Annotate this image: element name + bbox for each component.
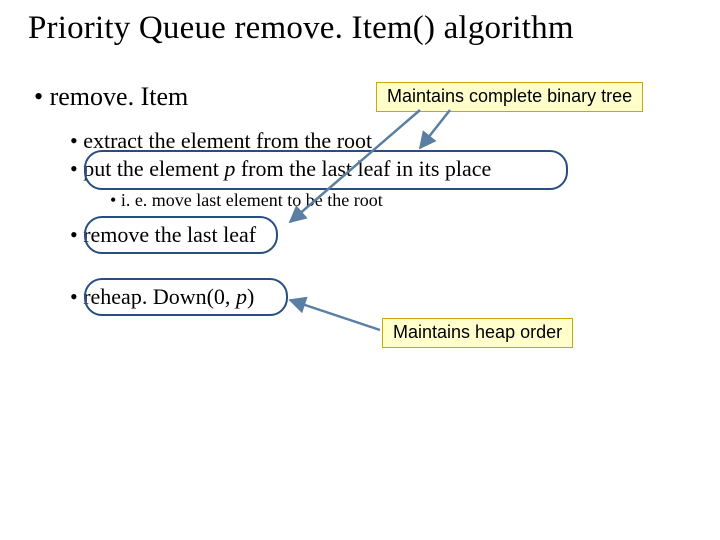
slide-title: Priority Queue remove. Item() algorithm bbox=[28, 10, 574, 47]
bullet-put-note: i. e. move last element to be the root bbox=[110, 190, 383, 211]
arrow-overlay bbox=[0, 0, 720, 540]
bullet-remove-item: remove. Item bbox=[34, 82, 188, 112]
bullet-extract: extract the element from the root bbox=[70, 128, 372, 154]
bullet-put-prefix: put the element bbox=[83, 156, 224, 181]
bullet-remove-leaf: remove the last leaf bbox=[70, 222, 256, 248]
bullet-put-var: p bbox=[224, 156, 235, 181]
bullet-put: put the element p from the last leaf in … bbox=[70, 156, 491, 182]
bullet-reheap: reheap. Down(0, p) bbox=[70, 284, 254, 310]
bullet-reheap-prefix: reheap. Down(0, bbox=[83, 284, 236, 309]
callout-complete-tree: Maintains complete binary tree bbox=[376, 82, 643, 112]
slide: Priority Queue remove. Item() algorithm … bbox=[0, 0, 720, 540]
callout-heap-order: Maintains heap order bbox=[382, 318, 573, 348]
bullet-put-suffix: from the last leaf in its place bbox=[235, 156, 491, 181]
bullet-reheap-var: p bbox=[236, 284, 247, 309]
bullet-reheap-suffix: ) bbox=[247, 284, 254, 309]
